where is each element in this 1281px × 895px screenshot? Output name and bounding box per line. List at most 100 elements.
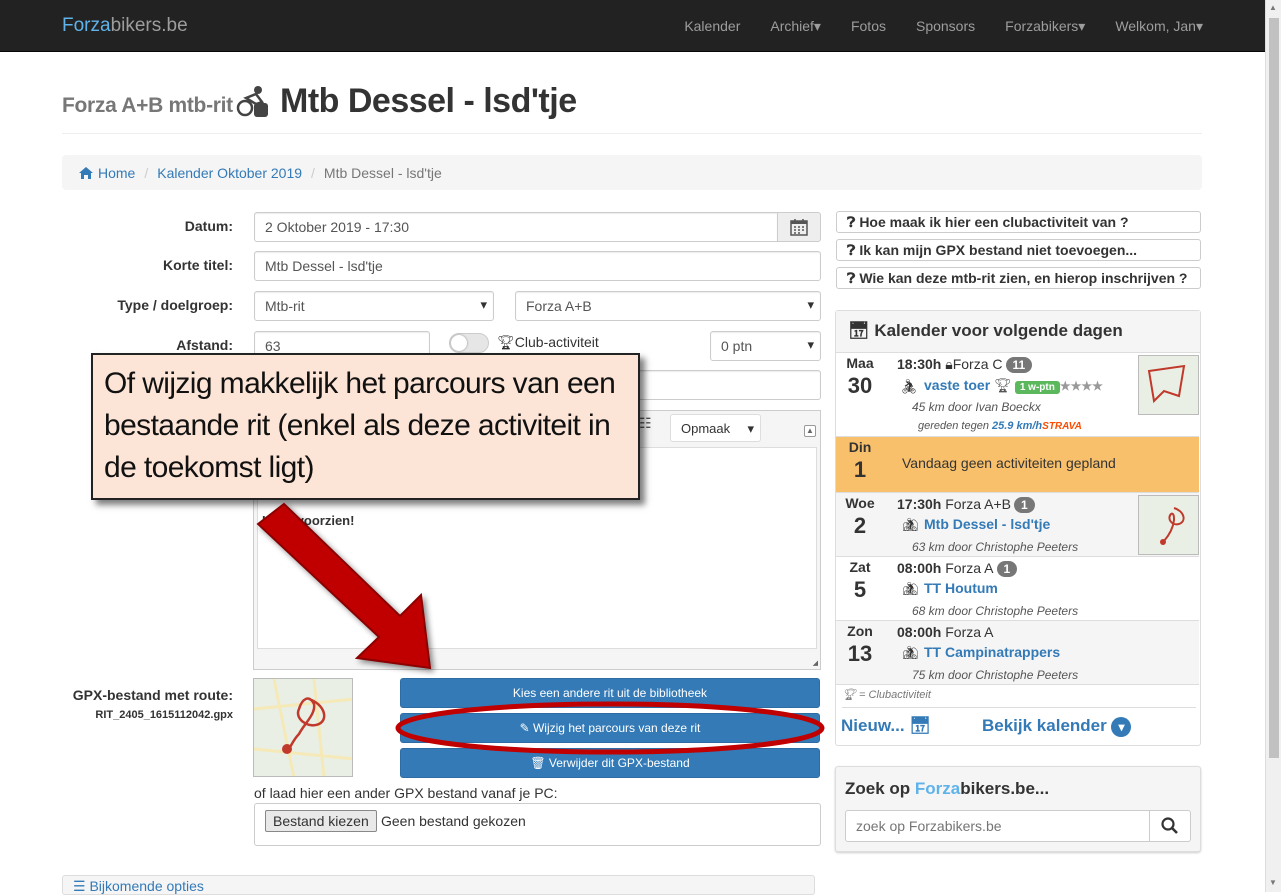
nav-fotos[interactable]: Fotos bbox=[851, 18, 886, 34]
titel-input[interactable]: Mtb Dessel - lsd'tje bbox=[254, 251, 821, 281]
activity-link[interactable]: TT Campinatrappers bbox=[924, 644, 1060, 660]
help-clubactiviteit[interactable]: ❓︎ Hoe maak ik hier een clubactiviteit v… bbox=[836, 211, 1201, 233]
search-input[interactable] bbox=[845, 810, 1150, 842]
brand-logo[interactable]: Forzabikers.be bbox=[62, 15, 188, 37]
scrollbar-thumb[interactable] bbox=[1269, 18, 1279, 758]
breadcrumb-month[interactable]: Kalender Oktober 2019 bbox=[157, 165, 302, 181]
scroll-down-arrow-icon[interactable]: ▼ bbox=[1269, 878, 1277, 887]
strava-logo: STRAVA bbox=[1042, 421, 1082, 432]
list-icon[interactable]: ☷ bbox=[639, 415, 661, 441]
gpx-filename: RIT_2405_1615112042.gpx bbox=[95, 709, 233, 721]
route-thumbnail[interactable] bbox=[1138, 355, 1199, 415]
type-select[interactable]: Mtb-rit bbox=[254, 291, 494, 321]
page-scrollbar[interactable]: ▲ ▼ bbox=[1265, 0, 1281, 892]
points-badge: 1 w-ptn bbox=[1014, 381, 1060, 394]
resize-handle-icon[interactable]: ◢ bbox=[813, 659, 818, 667]
nav-kalender[interactable]: Kalender bbox=[684, 18, 740, 34]
question-circle-icon: ❓︎ bbox=[847, 214, 856, 230]
punten-select[interactable]: 0 ptn bbox=[710, 331, 821, 361]
participants-badge: 1 bbox=[996, 561, 1018, 577]
search-panel: Zoek op Forzabikers.be... bbox=[835, 766, 1201, 852]
page-header: Forza A+B mtb-rit Mtb Dessel - lsd'tje bbox=[62, 82, 1202, 134]
activity-group: Forza A bbox=[945, 560, 994, 576]
help-gpx-text: Ik kan mijn GPX bestand niet toevoegen..… bbox=[859, 242, 1138, 258]
activity-details: 63 km door Christophe Peeters bbox=[912, 540, 1079, 554]
mtb-icon: 🚵︎ bbox=[902, 581, 919, 596]
scroll-up-arrow-icon[interactable]: ▲ bbox=[1269, 3, 1277, 12]
search-title-b: Forza bbox=[914, 779, 961, 798]
top-navbar: Forzabikers.be Kalender Archief▾ Fotos S… bbox=[0, 0, 1265, 52]
calendar-icon bbox=[790, 219, 808, 236]
calendar-row: Woe 2 17:30h Forza A+B 1 🚵︎ Mtb Dessel - l… bbox=[836, 493, 1199, 557]
calendar-day: Zat 5 bbox=[836, 557, 884, 603]
route-thumbnail[interactable] bbox=[1138, 495, 1199, 555]
collapse-toolbar-icon[interactable]: ▲ bbox=[804, 425, 816, 437]
file-none-text: Geen bestand gekozen bbox=[381, 813, 526, 829]
activity-link[interactable]: vaste toer bbox=[924, 377, 990, 393]
view-calendar-label: Bekijk kalender bbox=[982, 716, 1107, 735]
activity-group: Forza A+B bbox=[945, 496, 1012, 512]
activity-row[interactable]: vaste toer 🏆︎ 1 w-ptn ★★★★ bbox=[924, 377, 1103, 394]
search-title: Zoek op Forzabikers.be... bbox=[845, 779, 1049, 799]
breadcrumb-home[interactable]: Home bbox=[98, 165, 135, 181]
nav-menu: Kalender Archief▾ Fotos Sponsors Forzabi… bbox=[654, 0, 1203, 52]
calendar-plus-icon: 📅︎ bbox=[909, 716, 931, 735]
rating-stars: ★★★★ bbox=[1059, 379, 1103, 393]
file-choose-button[interactable]: Bestand kiezen bbox=[265, 810, 377, 832]
afstand-label: Afstand: bbox=[176, 337, 233, 353]
view-calendar-link[interactable]: Bekijk kalender ▾ bbox=[982, 716, 1132, 737]
legend: 🏆︎ = Clubactiviteit bbox=[842, 688, 931, 701]
breadcrumb-current: Mtb Dessel - lsd'tje bbox=[323, 164, 442, 181]
tutorial-callout: Of wijzig makkelijk het parcours van een… bbox=[91, 353, 640, 500]
datum-input[interactable]: 2 Oktober 2019 - 17:30 bbox=[254, 212, 778, 242]
new-activity-label: Nieuw... bbox=[841, 716, 905, 735]
activity-details: 45 km door Ivan Boeckx bbox=[912, 400, 1041, 414]
nav-user-menu[interactable]: Welkom, Jan▾ bbox=[1115, 18, 1203, 35]
activity-link[interactable]: TT Houtum bbox=[924, 580, 998, 596]
search-title-c: bikers.be... bbox=[960, 779, 1050, 798]
breadcrumb-separator: / bbox=[144, 164, 149, 181]
day-of-week: Woe bbox=[845, 495, 875, 511]
extra-options-panel[interactable]: ☰ Bijkomende opties bbox=[62, 875, 815, 895]
activity-time-value: 17:30h bbox=[897, 496, 942, 512]
nav-sponsors[interactable]: Sponsors bbox=[916, 18, 975, 34]
new-activity-link[interactable]: Nieuw... 📅︎ bbox=[841, 716, 931, 736]
no-activities-note: Vandaag geen activiteiten gepland bbox=[902, 455, 1116, 471]
brand-part1: Forza bbox=[62, 15, 111, 36]
day-of-week: Din bbox=[848, 439, 872, 455]
type-label: Type / doelgroep: bbox=[117, 297, 233, 313]
mtb-icon: 🚵︎ bbox=[902, 645, 919, 660]
activity-link[interactable]: Mtb Dessel - lsd'tje bbox=[924, 516, 1050, 532]
calendar-picker-button[interactable] bbox=[777, 212, 821, 242]
question-circle-icon: ❓︎ bbox=[847, 242, 856, 258]
nav-forzabikers[interactable]: Forzabikers▾ bbox=[1005, 18, 1085, 35]
calendar-day: Din 1 bbox=[836, 437, 884, 483]
upload-instruction: of laad hier een ander GPX bestand vanaf… bbox=[254, 785, 558, 801]
tutorial-arrow bbox=[256, 502, 432, 670]
mtb-icon: 🚵︎ bbox=[902, 517, 919, 532]
club-toggle[interactable] bbox=[449, 333, 489, 353]
lock-icon: 🔒︎ bbox=[945, 356, 953, 372]
help-clubactiviteit-text: Hoe maak ik hier een clubactiviteit van … bbox=[859, 214, 1129, 230]
activity-time: 18:30h 🔒︎Forza C 11 bbox=[897, 356, 1033, 373]
trophy-icon: 🏆︎ bbox=[497, 334, 515, 350]
search-button[interactable] bbox=[1149, 810, 1191, 842]
breadcrumb: Home / Kalender Oktober 2019 / Mtb Desse… bbox=[62, 155, 1202, 190]
activity-speed: gereden tegen 25.9 km/hSTRAVA bbox=[918, 420, 1082, 432]
doelgroep-select[interactable]: Forza A+B bbox=[515, 291, 821, 321]
titel-label: Korte titel: bbox=[163, 257, 233, 273]
day-of-week: Zat bbox=[849, 559, 871, 575]
search-icon bbox=[1161, 817, 1178, 834]
chevron-down-circle-icon: ▾ bbox=[1111, 717, 1132, 737]
help-gpx[interactable]: ❓︎ Ik kan mijn GPX bestand niet toevoege… bbox=[836, 239, 1201, 261]
day-of-week: Zon bbox=[847, 623, 873, 639]
gpx-label: GPX-bestand met route: bbox=[72, 687, 233, 703]
calendar-panel-header: 📅︎ Kalender voor volgende dagen bbox=[836, 311, 1200, 353]
day-number: 5 bbox=[853, 577, 867, 602]
calendar-title: Kalender voor volgende dagen bbox=[874, 321, 1123, 340]
nav-archief[interactable]: Archief▾ bbox=[770, 18, 821, 35]
opmaak-dropdown[interactable]: Opmaak ▾ bbox=[670, 414, 761, 442]
activity-time-value: 08:00h bbox=[897, 560, 942, 576]
breadcrumb-separator: / bbox=[311, 164, 315, 181]
help-zichtbaarheid[interactable]: ❓︎ Wie kan deze mtb-rit zien, en hierop … bbox=[836, 267, 1201, 289]
